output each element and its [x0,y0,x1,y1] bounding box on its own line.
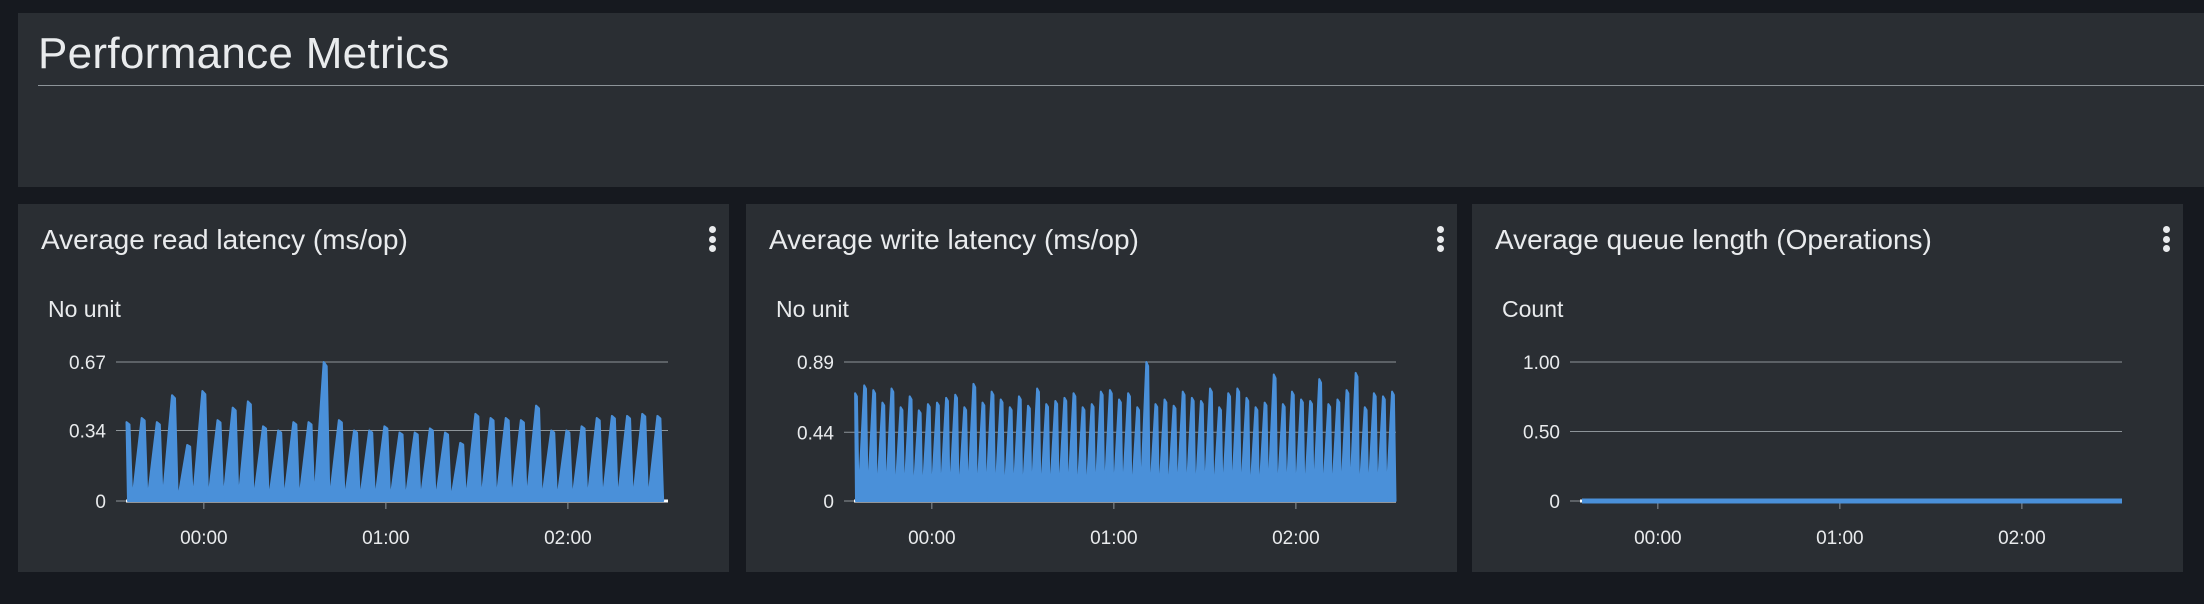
title-divider [38,85,2204,86]
x-tick-label: 02:00 [544,528,592,549]
write-latency-chart: 0 0.44 0.89 00:00 01:00 02:00 [797,353,1397,549]
widget-read-latency: Average read latency (ms/op) No unit 0 0.… [18,204,729,572]
page-title: Performance Metrics [38,29,450,78]
y-tick-label: 0.67 [69,353,106,374]
read-latency-chart: 0 0.34 0.67 00:00 01:00 02:00 [69,353,668,549]
dashboard-page: Performance Metrics Average read latency… [0,0,2204,604]
x-tick-label: 01:00 [362,528,410,549]
x-tick-label: 00:00 [908,528,956,549]
x-tick-label: 02:00 [1272,528,1320,549]
y-tick-label: 0.44 [797,423,834,444]
x-tick-label: 01:00 [1816,528,1864,549]
y-tick-label: 0.34 [69,421,106,442]
dashboard-header: Performance Metrics [18,13,2204,187]
widget-queue-length: Average queue length (Operations) Count … [1472,204,2183,572]
y-tick-label: 0 [1549,492,1560,513]
x-tick-label: 00:00 [1634,528,1682,549]
series-area [125,361,665,502]
queue-length-chart: 0 0.50 1.00 00:00 01:00 02:00 [1523,353,2123,549]
x-tick-label: 00:00 [180,528,228,549]
x-tick-label: 02:00 [1998,528,2046,549]
x-tick-label: 01:00 [1090,528,1138,549]
y-tick-label: 0 [823,492,834,513]
y-tick-label: 0.50 [1523,423,1560,444]
y-tick-label: 1.00 [1523,353,1560,374]
series-area [854,361,1397,502]
widget-write-latency: Average write latency (ms/op) No unit 00… [746,204,1457,572]
y-tick-label: 0 [95,492,106,513]
y-tick-label: 0.89 [797,353,834,374]
